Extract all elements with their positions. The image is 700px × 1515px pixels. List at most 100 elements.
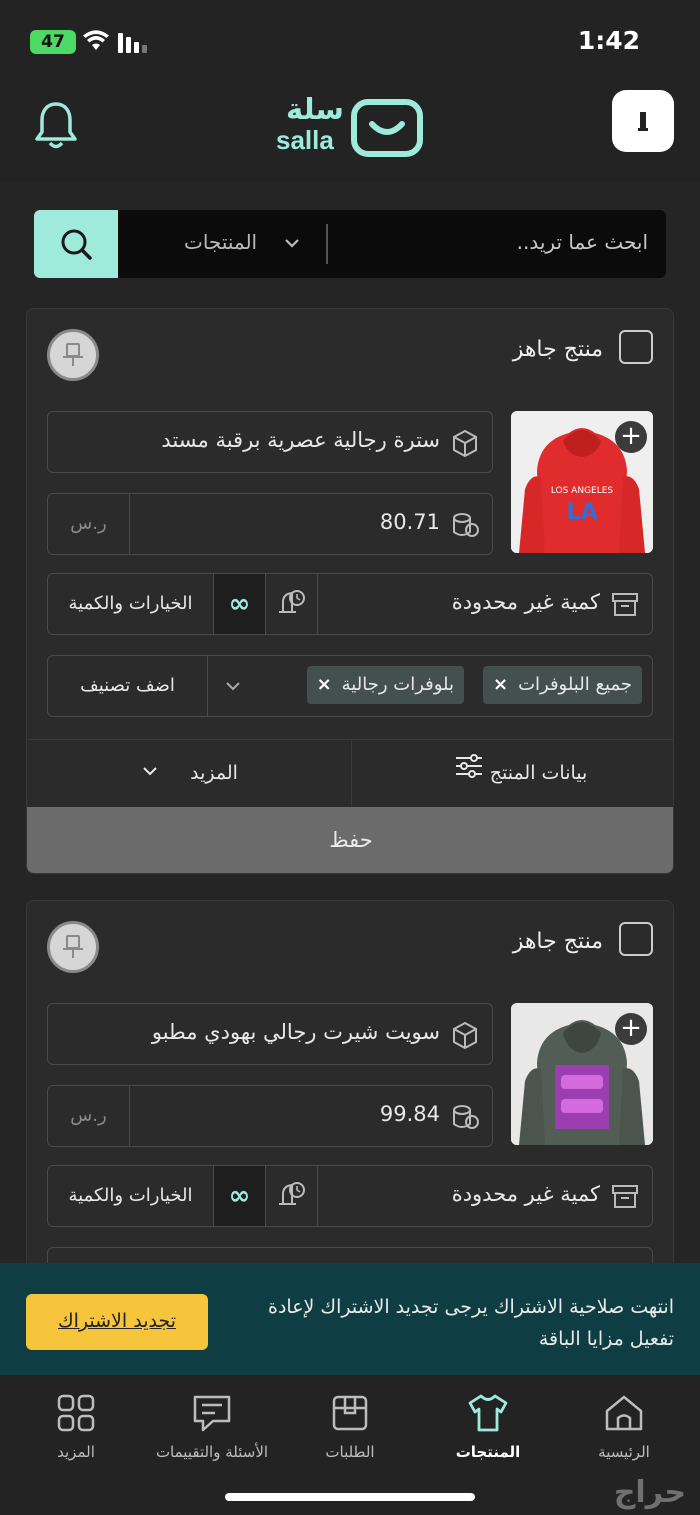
box-icon (453, 429, 477, 458)
store-logo-icon (638, 112, 648, 131)
pin-button[interactable] (47, 329, 99, 381)
product-name-input[interactable]: سترة رجالية عصرية برقبة مستد (140, 428, 440, 452)
product-card: منتج جاهز + سويت شيرت رجالي بهودي مطبو ر… (26, 900, 674, 1300)
remove-tag-icon[interactable]: × (493, 674, 508, 695)
infinity-button[interactable]: ∞ (214, 574, 266, 634)
clock: 1:42 (577, 26, 640, 55)
search-icon (61, 229, 92, 260)
stock-alert-button[interactable] (266, 574, 318, 634)
nav-home[interactable]: الرئيسية (554, 1393, 694, 1461)
hoodie-print-text: LOS ANGELES (551, 486, 614, 496)
coins-icon (453, 513, 479, 537)
app-header: سلة salla (0, 82, 700, 182)
options-quantity-button[interactable]: الخيارات والكمية (48, 1166, 214, 1226)
category-tag-label: جميع البلوفرات (518, 674, 632, 695)
category-row: اضف تصنيف جميع البلوفرات × بلوفرات رجالية… (47, 655, 653, 717)
ready-product-checkbox[interactable] (619, 330, 653, 364)
renew-subscription-button[interactable]: تجديد الاشتراك (26, 1294, 208, 1350)
bottom-navigation: المزيد الأسئلة والتقييمات الطلبات المنتج… (0, 1375, 700, 1515)
home-indicator (225, 1493, 475, 1501)
nav-orders-label: الطلبات (325, 1443, 375, 1461)
nav-reviews[interactable]: الأسئلة والتقييمات (142, 1393, 282, 1461)
more-tab[interactable]: المزيد (27, 740, 351, 808)
nav-home-label: الرئيسية (598, 1443, 650, 1461)
product-price-field[interactable]: ر.س 80.71 (47, 493, 493, 555)
category-dropdown-icon[interactable] (224, 674, 242, 698)
search-button[interactable] (34, 210, 118, 278)
home-icon (605, 1395, 643, 1431)
store-avatar-button[interactable] (612, 90, 674, 152)
nav-reviews-label: الأسئلة والتقييمات (155, 1443, 269, 1461)
nav-more-label: المزيد (57, 1443, 95, 1461)
more-tab-label: المزيد (190, 762, 238, 784)
coins-icon (453, 1105, 479, 1129)
logo-bag-icon (351, 99, 423, 157)
stock-alert-button[interactable] (266, 1166, 318, 1226)
sliders-icon (455, 754, 482, 778)
pin-icon (63, 935, 83, 958)
pin-icon (63, 343, 83, 366)
product-name-input[interactable]: سويت شيرت رجالي بهودي مطبو (140, 1020, 440, 1044)
grid-icon (57, 1394, 95, 1432)
pin-button[interactable] (47, 921, 99, 973)
nav-orders[interactable]: الطلبات (280, 1393, 420, 1461)
category-tag[interactable]: جميع البلوفرات × (482, 666, 642, 704)
search-input[interactable]: ابحث عما تريد.. (517, 230, 648, 254)
nav-products-label: المنتجات (455, 1443, 521, 1461)
logo-arabic: سلة (286, 92, 344, 126)
quantity-input[interactable]: كمية غير محدودة (452, 1182, 600, 1206)
tshirt-icon (468, 1394, 508, 1432)
currency-label: ر.س (48, 494, 130, 554)
product-data-tab[interactable]: بيانات المنتج (351, 740, 673, 808)
product-image[interactable]: LOS ANGELES LA + (511, 411, 653, 553)
save-button[interactable]: حفظ (27, 807, 673, 873)
price-input[interactable]: 99.84 (380, 1102, 440, 1126)
salla-logo: سلة salla (272, 90, 432, 160)
category-tag-label: بلوفرات رجالية (341, 674, 454, 695)
add-image-button[interactable]: + (615, 1013, 647, 1045)
archive-icon (612, 1185, 638, 1208)
add-category-button[interactable]: اضف تصنيف (48, 656, 208, 716)
product-price-field[interactable]: ر.س 99.84 (47, 1085, 493, 1147)
logo-english: salla (276, 125, 334, 155)
product-card: منتج جاهز LOS ANGELES LA + سترة رجالية ع… (26, 308, 674, 874)
box-icon (453, 1021, 477, 1050)
ready-product-label: منتج جاهز (512, 929, 603, 954)
ready-product-checkbox[interactable] (619, 922, 653, 956)
quantity-input[interactable]: كمية غير محدودة (452, 590, 600, 614)
card-tabs: المزيد بيانات المنتج (27, 739, 673, 808)
product-data-tab-label: بيانات المنتج (489, 762, 588, 784)
status-bar: 47 1:42 (0, 0, 700, 82)
chat-review-icon (193, 1395, 231, 1432)
nav-more[interactable]: المزيد (6, 1393, 146, 1461)
chevron-down-icon (285, 239, 299, 248)
product-name-field[interactable]: سترة رجالية عصرية برقبة مستد (47, 411, 493, 473)
chevron-down-icon (143, 767, 157, 776)
category-tag[interactable]: بلوفرات رجالية × (306, 666, 464, 704)
alarm-bell-icon (279, 590, 305, 613)
add-image-button[interactable]: + (615, 421, 647, 453)
search-bar[interactable]: المنتجات ابحث عما تريد.. (34, 210, 666, 278)
quantity-row: الخيارات والكمية ∞ كمية غير محدودة (47, 573, 653, 635)
battery-indicator: 47 (30, 30, 76, 54)
box-icon (332, 1395, 368, 1431)
options-quantity-button[interactable]: الخيارات والكمية (48, 574, 214, 634)
search-divider (326, 224, 328, 264)
haraj-watermark: حراج (613, 1475, 686, 1510)
remove-tag-icon[interactable]: × (317, 674, 332, 695)
price-input[interactable]: 80.71 (380, 510, 440, 534)
product-image[interactable]: + (511, 1003, 653, 1145)
product-name-field[interactable]: سويت شيرت رجالي بهودي مطبو (47, 1003, 493, 1065)
search-category-select[interactable]: المنتجات (184, 230, 257, 254)
hoodie-print-logo: LA (566, 500, 597, 525)
archive-icon (612, 593, 638, 616)
quantity-row: الخيارات والكمية ∞ كمية غير محدودة (47, 1165, 653, 1227)
subscription-expired-banner: تجديد الاشتراك انتهت صلاحية الاشتراك يرج… (0, 1263, 700, 1375)
signal-icon (118, 33, 147, 53)
ready-product-label: منتج جاهز (512, 337, 603, 362)
banner-message: انتهت صلاحية الاشتراك يرجى تجديد الاشترا… (268, 1296, 674, 1350)
nav-products[interactable]: المنتجات (418, 1393, 558, 1461)
notifications-bell-icon[interactable] (34, 100, 78, 150)
wifi-icon (83, 30, 109, 50)
infinity-button[interactable]: ∞ (214, 1166, 266, 1226)
